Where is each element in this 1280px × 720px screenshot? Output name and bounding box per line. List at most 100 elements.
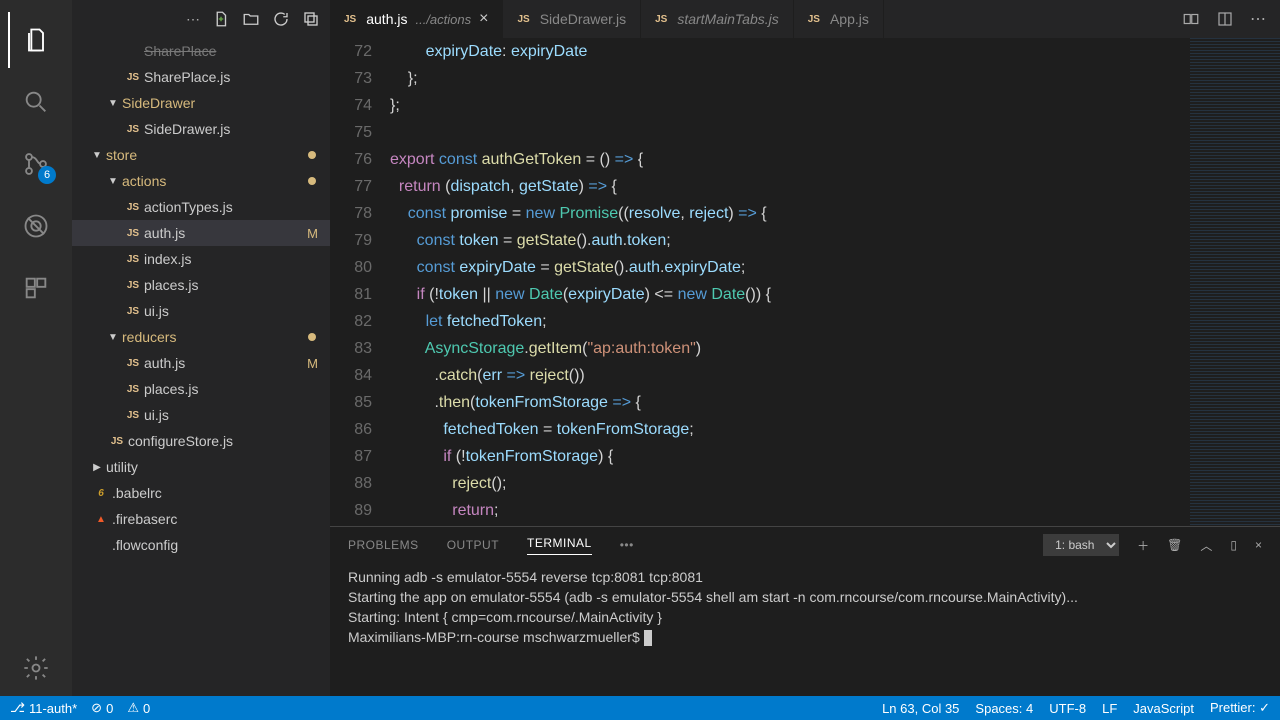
settings-icon[interactable] [8,640,64,696]
folder-utility[interactable]: ▶utility [72,454,330,480]
explorer-actions: ⋯ [72,0,330,38]
maximize-panel-icon[interactable]: ▯ [1230,538,1237,552]
scm-icon[interactable]: 6 [8,136,64,192]
item-label: .flowconfig [112,537,330,553]
panel-tab-terminal[interactable]: TERMINAL [527,536,592,555]
debug-icon[interactable] [8,198,64,254]
close-icon[interactable]: × [479,10,488,28]
file-auth.js[interactable]: JSauth.jsM [72,220,330,246]
encoding[interactable]: UTF-8 [1049,700,1086,716]
extensions-icon[interactable] [8,260,64,316]
warnings-count[interactable]: ⚠ 0 [127,700,150,716]
search-icon[interactable] [8,74,64,130]
file-.firebaserc[interactable]: ▲.firebaserc [72,506,330,532]
cursor-position[interactable]: Ln 63, Col 35 [882,700,959,716]
file-icon: JS [808,14,820,25]
editor-tabs: JSauth.js.../actions×JSSideDrawer.jsJSst… [330,0,1280,38]
tab-label: startMainTabs.js [677,11,778,27]
terminal-output[interactable]: Running adb -s emulator-5554 reverse tcp… [330,563,1280,696]
item-label: places.js [144,277,330,293]
file-configureStore.js[interactable]: JSconfigureStore.js [72,428,330,454]
file-SideDrawer.js[interactable]: JSSideDrawer.js [72,116,330,142]
file-auth.js[interactable]: JSauth.jsM [72,350,330,376]
file-icon: JS [106,436,128,447]
file-icon: JS [344,14,356,25]
tab-SideDrawer.js[interactable]: JSSideDrawer.js [503,0,641,38]
file-index.js[interactable]: JSindex.js [72,246,330,272]
close-panel-icon[interactable]: × [1255,538,1262,552]
file-ui.js[interactable]: JSui.js [72,402,330,428]
item-label: ui.js [144,407,330,423]
file-icon: JS [122,410,144,421]
file-icon: JS [122,124,144,135]
folder-reducers[interactable]: ▼reducers [72,324,330,350]
panel-tab-problems[interactable]: PROBLEMS [348,538,419,552]
item-label: index.js [144,251,330,267]
item-label: SharePlace.js [144,69,330,85]
kill-terminal-icon[interactable]: 🗑 [1167,538,1182,552]
file-SharePlace.js[interactable]: JSSharePlace.js [72,64,330,90]
tab-App.js[interactable]: JS App.js [794,0,884,38]
errors-count[interactable]: ⊘ 0 [91,700,113,716]
tab-startMainTabs.js[interactable]: JS startMainTabs.js [641,0,794,38]
file-icon: JS [122,280,144,291]
file-icon: JS [122,254,144,265]
item-label: configureStore.js [128,433,330,449]
item-label: reducers [122,329,308,345]
item-label: SharePlace [144,43,330,59]
file-SharePlace[interactable]: SharePlace [72,38,330,64]
tab-label: auth.js [366,11,407,27]
collapse-icon[interactable] [302,10,320,28]
line-gutter: 727374757677787980818283848586878889 [330,38,390,526]
tab-label: SideDrawer.js [540,11,626,27]
indent-setting[interactable]: Spaces: 4 [975,700,1033,716]
code-content: expiryDate: expiryDate };};export const … [390,38,1280,526]
folder-SideDrawer[interactable]: ▼SideDrawer [72,90,330,116]
item-label: actionTypes.js [144,199,330,215]
file-places.js[interactable]: JSplaces.js [72,376,330,402]
file-icon: JS [122,72,144,83]
file-icon: JS [122,228,144,239]
more-icon[interactable]: ⋯ [186,11,200,28]
more-icon[interactable]: ⋯ [1250,9,1266,29]
panel-tab-output[interactable]: OUTPUT [447,538,499,552]
terminal-select[interactable]: 1: bash [1043,534,1119,556]
file-tree: SharePlaceJSSharePlace.js▼SideDrawerJSSi… [72,38,330,568]
item-label: utility [106,459,330,475]
file-icon: JS [122,384,144,395]
item-label: actions [122,173,308,189]
new-terminal-icon[interactable]: ＋ [1137,537,1149,554]
code-editor[interactable]: 727374757677787980818283848586878889 exp… [330,38,1280,526]
language-mode[interactable]: JavaScript [1133,700,1194,716]
file-.babelrc[interactable]: 6.babelrc [72,480,330,506]
eol[interactable]: LF [1102,700,1117,716]
file-.flowconfig[interactable]: .flowconfig [72,532,330,558]
file-ui.js[interactable]: JSui.js [72,298,330,324]
panel-more-icon[interactable]: ••• [620,538,634,552]
bottom-panel: PROBLEMS OUTPUT TERMINAL ••• 1: bash ＋ 🗑 ︿ ▯ × Ru… [330,526,1280,696]
file-places.js[interactable]: JSplaces.js [72,272,330,298]
item-label: auth.js [144,225,307,241]
folder-store[interactable]: ▼store [72,142,330,168]
git-branch[interactable]: ⎇ 11-auth* [10,700,77,716]
new-file-icon[interactable] [212,10,230,28]
refresh-icon[interactable] [272,10,290,28]
file-icon: ▲ [90,514,112,525]
split-icon[interactable] [1216,10,1234,28]
file-actionTypes.js[interactable]: JSactionTypes.js [72,194,330,220]
new-folder-icon[interactable] [242,10,260,28]
item-label: SideDrawer [122,95,330,111]
tab-label: App.js [830,11,869,27]
tab-auth.js[interactable]: JSauth.js.../actions× [330,0,503,38]
activity-bar: 6 [0,0,72,696]
file-icon: 6 [90,488,112,499]
item-label: SideDrawer.js [144,121,330,137]
compare-icon[interactable] [1182,10,1200,28]
item-label: auth.js [144,355,307,371]
file-icon: JS [655,14,667,25]
minimap[interactable] [1190,38,1280,526]
explorer-icon[interactable] [8,12,64,68]
chevron-up-icon[interactable]: ︿ [1200,537,1212,554]
folder-actions[interactable]: ▼actions [72,168,330,194]
prettier-status[interactable]: Prettier: ✓ [1210,700,1270,716]
